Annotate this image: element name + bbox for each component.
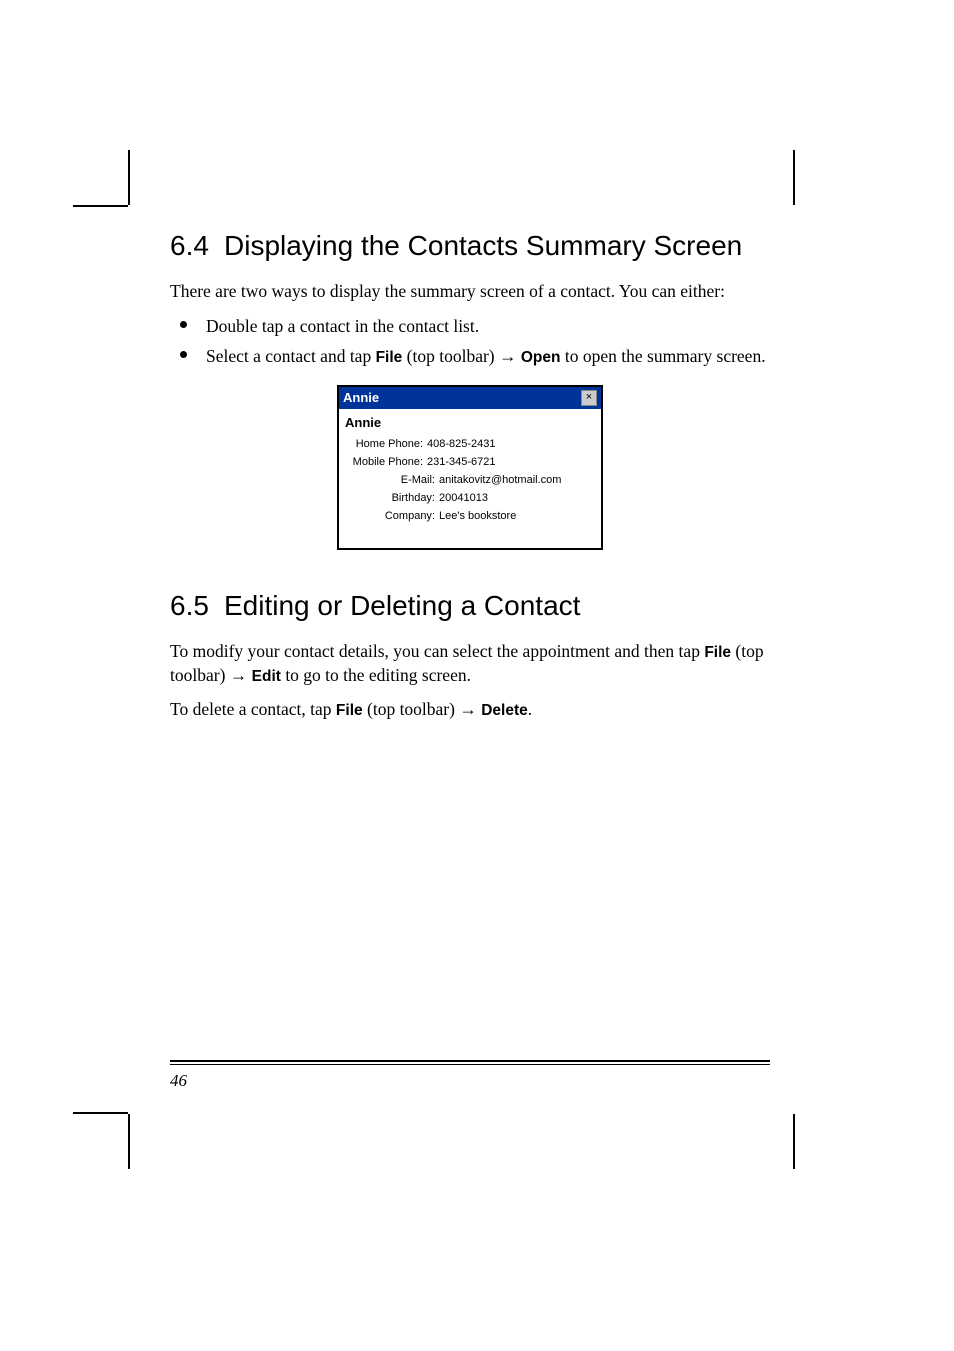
field-row: Home Phone: 408-825-2431 — [345, 438, 595, 450]
arrow-icon: → — [459, 699, 477, 719]
text-part: (top toolbar) — [363, 699, 460, 719]
field-row: Birthday: 20041013 — [345, 492, 595, 504]
list-text: Double tap a contact in the contact list… — [206, 316, 479, 336]
page-footer: 46 — [170, 1060, 770, 1091]
ui-label-file: File — [376, 349, 403, 366]
field-label: Mobile Phone: — [345, 456, 423, 468]
heading-text: Displaying the Contacts Summary Screen — [224, 230, 742, 261]
field-row: E-Mail: anitakovitz@hotmail.com — [345, 474, 595, 486]
text-part: . — [528, 699, 532, 719]
page-content: 6.4Displaying the Contacts Summary Scree… — [170, 230, 770, 732]
heading-number: 6.5 — [170, 590, 224, 622]
field-value: 231-345-6721 — [427, 456, 496, 468]
ui-label-file: File — [336, 702, 363, 719]
heading-text: Editing or Deleting a Contact — [224, 590, 580, 621]
field-row: Company: Lee's bookstore — [345, 510, 595, 522]
list-text-part: (top toolbar) — [402, 346, 499, 366]
ui-label-edit: Edit — [252, 668, 281, 685]
window-body: Annie Home Phone: 408-825-2431 Mobile Ph… — [339, 409, 601, 548]
field-label: Home Phone: — [345, 438, 423, 450]
field-value: Lee's bookstore — [439, 510, 516, 522]
divider — [170, 1064, 770, 1065]
ui-label-delete: Delete — [481, 702, 528, 719]
list-item: Select a contact and tap File (top toolb… — [202, 344, 770, 369]
field-value: 20041013 — [439, 492, 488, 504]
ui-label-file: File — [704, 644, 731, 661]
intro-text: There are two ways to display the summar… — [170, 280, 770, 304]
field-label: Birthday: — [345, 492, 435, 504]
text-part: To delete a contact, tap — [170, 699, 336, 719]
close-icon[interactable]: × — [581, 390, 597, 406]
heading-number: 6.4 — [170, 230, 224, 262]
page-number: 46 — [170, 1071, 187, 1090]
body-text: To modify your contact details, you can … — [170, 640, 770, 688]
field-label: Company: — [345, 510, 435, 522]
field-value: anitakovitz@hotmail.com — [439, 474, 561, 486]
list-text-part: to open the summary screen. — [561, 346, 766, 366]
text-part: To modify your contact details, you can … — [170, 641, 704, 661]
heading-6-5: 6.5Editing or Deleting a Contact — [170, 590, 770, 622]
body-text: To delete a contact, tap File (top toolb… — [170, 698, 770, 722]
text-part: to go to the editing screen. — [281, 665, 471, 685]
arrow-icon: → — [499, 346, 517, 366]
window-title: Annie — [343, 390, 379, 405]
ui-label-open: Open — [521, 349, 561, 366]
contact-summary-screenshot: Annie × Annie Home Phone: 408-825-2431 M… — [337, 385, 603, 550]
field-value: 408-825-2431 — [427, 438, 496, 450]
divider — [170, 1060, 770, 1062]
contact-name: Annie — [345, 415, 595, 430]
list-item: Double tap a contact in the contact list… — [202, 314, 770, 339]
arrow-icon: → — [230, 665, 248, 685]
window-titlebar: Annie × — [339, 387, 601, 409]
heading-6-4: 6.4Displaying the Contacts Summary Scree… — [170, 230, 770, 262]
bullet-list: Double tap a contact in the contact list… — [170, 314, 770, 369]
field-label: E-Mail: — [345, 474, 435, 486]
field-row: Mobile Phone: 231-345-6721 — [345, 456, 595, 468]
list-text-part: Select a contact and tap — [206, 346, 376, 366]
